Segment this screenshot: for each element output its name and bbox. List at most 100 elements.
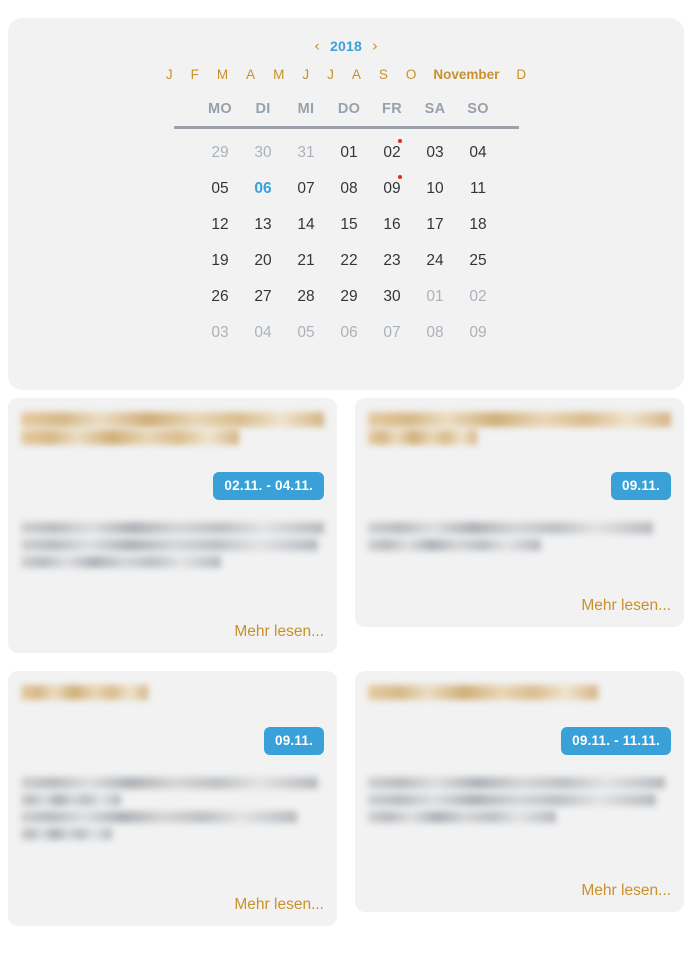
calendar-day-cell[interactable]: 13	[242, 207, 285, 243]
event-date-badge[interactable]: 09.11. - 11.11.	[561, 727, 671, 755]
calendar-day-number: 19	[211, 252, 229, 270]
month-item-dezember[interactable]: D	[507, 68, 535, 82]
calendar-day-cell[interactable]: 18	[457, 207, 500, 243]
event-card[interactable]: 02.11. - 04.11. Mehr lesen...	[8, 398, 337, 653]
calendar-day-cell[interactable]: 27	[242, 279, 285, 315]
read-more-link[interactable]: Mehr lesen...	[234, 896, 324, 913]
calendar-day-cell[interactable]: 14	[285, 207, 328, 243]
calendar-day-cell[interactable]: 20	[242, 243, 285, 279]
month-item-august[interactable]: A	[343, 68, 370, 82]
calendar-day-cell[interactable]: 07	[285, 171, 328, 207]
calendar-day-cell[interactable]: 01	[328, 135, 371, 171]
redacted-text-line	[21, 412, 324, 427]
redacted-text-line	[368, 430, 478, 445]
redacted-text-line	[21, 776, 318, 789]
weekday-header-row: MO DI MI DO FR SA SO	[8, 101, 684, 117]
calendar-day-cell[interactable]: 05	[199, 171, 242, 207]
calendar-day-cell[interactable]: 11	[457, 171, 500, 207]
calendar-day-cell[interactable]: 12	[199, 207, 242, 243]
calendar-day-cell[interactable]: 28	[285, 279, 328, 315]
calendar-day-cell[interactable]: 15	[328, 207, 371, 243]
calendar-day-cell[interactable]: 22	[328, 243, 371, 279]
calendar-day-number: 11	[469, 180, 487, 198]
calendar-day-cell[interactable]: 08	[414, 315, 457, 351]
month-item-juni[interactable]: J	[293, 68, 318, 82]
calendar-day-cell[interactable]: 17	[414, 207, 457, 243]
calendar-day-number: 13	[254, 216, 272, 234]
month-item-januar[interactable]: J	[157, 68, 182, 82]
event-card[interactable]: 09.11. Mehr lesen...	[355, 398, 684, 627]
month-selector: J F M A M J J A S O November D	[8, 66, 684, 84]
calendar-day-number: 08	[340, 180, 358, 198]
calendar-day-number: 16	[383, 216, 401, 234]
calendar-day-cell[interactable]: 02	[371, 135, 414, 171]
event-card[interactable]: 09.11. - 11.11. Mehr lesen...	[355, 671, 684, 912]
month-item-februar[interactable]: F	[182, 68, 208, 82]
calendar-day-cell[interactable]: 03	[414, 135, 457, 171]
month-item-juli[interactable]: J	[318, 68, 343, 82]
event-more-row: Mehr lesen...	[21, 896, 324, 913]
calendar-day-cell[interactable]: 26	[199, 279, 242, 315]
read-more-link[interactable]: Mehr lesen...	[234, 623, 324, 640]
calendar-day-cell[interactable]: 31	[285, 135, 328, 171]
calendar-day-number: 14	[297, 216, 315, 234]
event-calendar-page: ‹ 2018 › J F M A M J J A S O November D MO DI MI DO FR S…	[0, 0, 692, 953]
calendar-day-number: 30	[254, 144, 272, 162]
calendar-day-number: 29	[340, 288, 358, 306]
weekday-header-mo: MO	[208, 101, 232, 117]
month-item-april[interactable]: A	[237, 68, 264, 82]
chevron-right-icon[interactable]: ›	[371, 38, 379, 54]
calendar-day-cell[interactable]: 02	[457, 279, 500, 315]
event-date-row: 09.11. - 11.11.	[368, 727, 671, 755]
month-item-mai[interactable]: M	[264, 68, 293, 82]
redacted-text-line	[21, 685, 149, 700]
calendar-day-cell[interactable]: 30	[242, 135, 285, 171]
calendar-day-cell[interactable]: 29	[199, 135, 242, 171]
calendar-week-row: 29 30 31 01 02 03 04	[8, 135, 684, 171]
calendar-day-number: 08	[426, 324, 444, 342]
calendar-day-cell[interactable]: 23	[371, 243, 414, 279]
calendar-day-cell[interactable]: 01	[414, 279, 457, 315]
calendar-day-cell[interactable]: 24	[414, 243, 457, 279]
calendar-day-cell[interactable]: 16	[371, 207, 414, 243]
month-item-september[interactable]: S	[370, 68, 397, 82]
calendar-day-cell[interactable]: 09	[457, 315, 500, 351]
event-title-redacted	[368, 412, 671, 448]
calendar-grid: 29 30 31 01 02 03 04 05 06 07 08 09 10 11 12 13 14 15 16 17…	[8, 135, 684, 351]
event-indicator-dot-icon	[398, 175, 402, 179]
event-date-badge[interactable]: 09.11.	[264, 727, 324, 755]
event-date-badge[interactable]: 02.11. - 04.11.	[213, 472, 324, 500]
calendar-day-cell[interactable]: 08	[328, 171, 371, 207]
calendar-day-number: 24	[426, 252, 444, 270]
calendar-day-cell[interactable]: 05	[285, 315, 328, 351]
calendar-day-number: 29	[211, 144, 229, 162]
calendar-day-cell[interactable]: 04	[457, 135, 500, 171]
calendar-day-number: 06	[254, 180, 272, 198]
month-item-november[interactable]: November	[425, 68, 507, 82]
calendar-day-cell[interactable]: 03	[199, 315, 242, 351]
read-more-link[interactable]: Mehr lesen...	[581, 882, 671, 899]
calendar-day-cell[interactable]: 06	[328, 315, 371, 351]
month-item-märz[interactable]: M	[208, 68, 237, 82]
calendar-week-row: 12 13 14 15 16 17 18	[8, 207, 684, 243]
month-item-oktober[interactable]: O	[397, 68, 426, 82]
calendar-day-cell[interactable]: 19	[199, 243, 242, 279]
event-more-row: Mehr lesen...	[21, 623, 324, 640]
calendar-day-cell[interactable]: 06	[242, 171, 285, 207]
year-label: 2018	[330, 38, 362, 54]
read-more-link[interactable]: Mehr lesen...	[581, 597, 671, 614]
event-card[interactable]: 09.11. Mehr lesen...	[8, 671, 337, 926]
calendar-day-number: 02	[469, 288, 487, 306]
event-date-badge[interactable]: 09.11.	[611, 472, 671, 500]
calendar-day-cell[interactable]: 21	[285, 243, 328, 279]
calendar-day-cell[interactable]: 30	[371, 279, 414, 315]
calendar-day-cell[interactable]: 04	[242, 315, 285, 351]
chevron-left-icon[interactable]: ‹	[313, 38, 321, 54]
calendar-day-cell[interactable]: 07	[371, 315, 414, 351]
calendar-day-number: 20	[254, 252, 272, 270]
calendar-day-number: 31	[297, 144, 315, 162]
calendar-day-cell[interactable]: 09	[371, 171, 414, 207]
calendar-day-cell[interactable]: 10	[414, 171, 457, 207]
calendar-day-cell[interactable]: 25	[457, 243, 500, 279]
calendar-day-cell[interactable]: 29	[328, 279, 371, 315]
